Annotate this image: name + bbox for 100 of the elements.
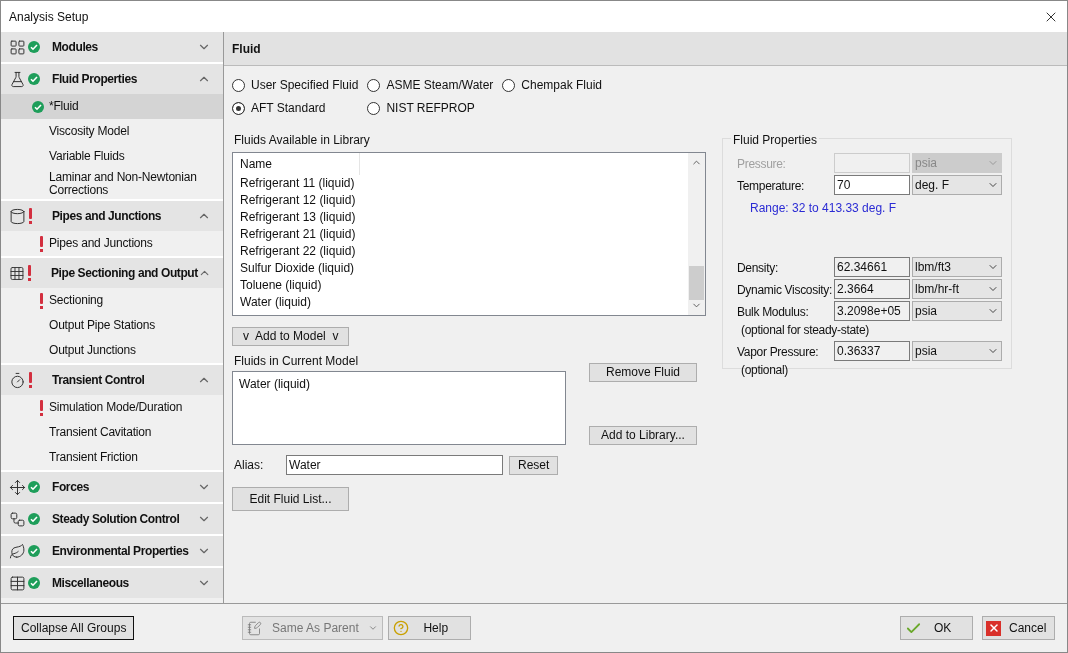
list-row[interactable]: Water (liquid) [233,375,565,393]
help-button[interactable]: Help [388,616,472,640]
alias-field[interactable]: Water [286,455,503,475]
value-field[interactable]: 62.34661 [834,257,910,277]
current-fluids-list[interactable]: Water (liquid) [232,371,566,445]
property-label: Dynamic Viscosity: [737,282,834,299]
unit-dropdown[interactable]: psia [912,301,1002,321]
error-status-icon [28,372,33,388]
remove-fluid-button[interactable]: Remove Fluid [589,363,697,382]
radio-button[interactable] [367,78,381,92]
sidebar-item[interactable]: Output Junctions [1,338,223,363]
group-header[interactable]: Forces [1,472,223,502]
fluid-library-list[interactable]: Name Refrigerant 11 (liquid) Refrigerant 12 (liquid) Refrigerant 13 (liquid) Refrigerant 21 (liquid) Refrigerant 22 (liquid) Sulfur Dioxide (liquid) Toluene (liquid) Water (liquid) [232,152,706,316]
range-text: Range: 32 to 413.33 deg. F [750,200,898,217]
flask-icon [9,70,26,88]
sidebar-item[interactable]: Transient Friction [1,445,223,470]
group-title: Transient Control [52,372,146,389]
sidebar-item[interactable]: Variable Fluids [1,144,223,169]
help-icon [393,620,410,636]
add-to-model-button[interactable]: v Add to Model v [232,327,350,346]
group-header[interactable]: Steady Solution Control [1,504,223,534]
check-status-icon [28,577,40,589]
group-header[interactable]: Modules [1,32,223,62]
radio-label[interactable]: ASME Steam/Water [386,76,494,94]
unit-dropdown[interactable]: lbm/hr-ft [912,279,1002,299]
error-status-icon [39,292,44,309]
unit-dropdown[interactable]: deg. F [912,175,1002,195]
table-icon [9,574,26,592]
add-to-library-button[interactable]: Add to Library... [589,426,697,445]
property-label: Density: [737,260,779,277]
property-label: Vapor Pressure: [737,344,820,361]
check-status-icon [32,100,44,113]
sidebar-item[interactable]: Laminar and Non-Newtonian Corrections [1,169,223,199]
check-status-icon [28,513,40,525]
group-title: Environmental Properties [52,543,190,560]
radio-button[interactable] [502,78,516,92]
close-icon [986,620,1001,636]
radio-label[interactable]: User Specified Fluid [251,76,359,94]
property-label: Bulk Modulus: [737,304,810,321]
group-title: Fluid Properties [52,71,138,88]
alias-label: Alias: [234,457,265,474]
sidebar-item[interactable]: Output Pipe Stations [1,313,223,338]
sidebar-item[interactable]: *Fluid [1,94,223,119]
group-header[interactable]: Pipe Sectioning and Output [1,258,223,288]
list-row[interactable]: Refrigerant 11 (liquid) [233,175,688,192]
group-title: Miscellaneous [52,575,130,592]
radio-label[interactable]: AFT Standard [251,99,326,117]
radio-label[interactable]: NIST REFPROP [386,99,475,117]
list-row[interactable]: Refrigerant 21 (liquid) [233,226,688,243]
property-label: Pressure: [737,156,787,173]
property-note: (optional) [741,362,789,379]
sidebar-item[interactable]: Transient Cavitation [1,420,223,445]
property-label: Temperature: [737,178,806,195]
sidebar-item[interactable]: Pipes and Junctions [1,231,223,256]
group-header[interactable]: Fluid Properties [1,64,223,94]
list-row[interactable]: Refrigerant 12 (liquid) [233,192,688,209]
collapse-all-button[interactable]: Collapse All Groups [13,616,135,640]
error-status-icon [39,235,44,252]
group-title: Modules [52,39,99,56]
radio-button[interactable] [367,101,381,115]
sidebar-item[interactable]: Sectioning [1,288,223,313]
list-row[interactable]: Refrigerant 22 (liquid) [233,243,688,260]
sidebar-item[interactable]: Viscosity Model [1,119,223,144]
check-status-icon [28,481,40,493]
list-row[interactable]: Refrigerant 13 (liquid) [233,209,688,226]
value-field[interactable]: 0.36337 [834,341,910,361]
error-status-icon [39,399,44,416]
list-row[interactable]: Sulfur Dioxide (liquid) [233,260,688,277]
scrollbar[interactable] [688,153,705,315]
grid-icon [9,264,25,282]
ok-button[interactable]: OK [900,616,973,640]
scroll-thumb[interactable] [689,266,704,300]
list-row[interactable]: Toluene (liquid) [233,277,688,294]
value-field[interactable]: 3.2098e+05 [834,301,910,321]
unit-dropdown[interactable]: lbm/ft3 [912,257,1002,277]
group-title: Steady Solution Control [52,511,181,528]
sidebar-item[interactable]: Simulation Mode/Duration [1,395,223,420]
property-note: (optional for steady-state) [741,322,869,339]
group-header[interactable]: Pipes and Junctions [1,201,223,231]
cancel-button[interactable]: Cancel [982,616,1055,640]
group-header[interactable]: Transient Control [1,365,223,395]
list-row[interactable]: Water (liquid) [233,294,688,311]
radio-button[interactable] [232,101,245,115]
column-header[interactable]: Name [233,153,360,175]
section-label: Fluids in Current Model [234,353,360,370]
arrows-icon [9,478,26,496]
radio-label[interactable]: Chempak Fluid [521,76,602,94]
flowchart-icon [9,510,26,528]
radio-button[interactable] [232,78,245,92]
group-title: Pipe Sectioning and Output [50,265,198,282]
value-field[interactable]: 2.3664 [834,279,910,299]
group-header[interactable]: Miscellaneous [1,568,223,598]
error-status-icon [28,208,33,224]
group-header[interactable]: Environmental Properties [1,536,223,566]
value-field[interactable]: 70 [834,175,910,195]
edit-fluid-list-button[interactable]: Edit Fluid List... [232,487,349,511]
leaf-icon [9,542,26,560]
notepad-icon [247,620,263,636]
reset-button[interactable]: Reset [509,455,558,475]
unit-dropdown[interactable]: psia [912,341,1002,361]
